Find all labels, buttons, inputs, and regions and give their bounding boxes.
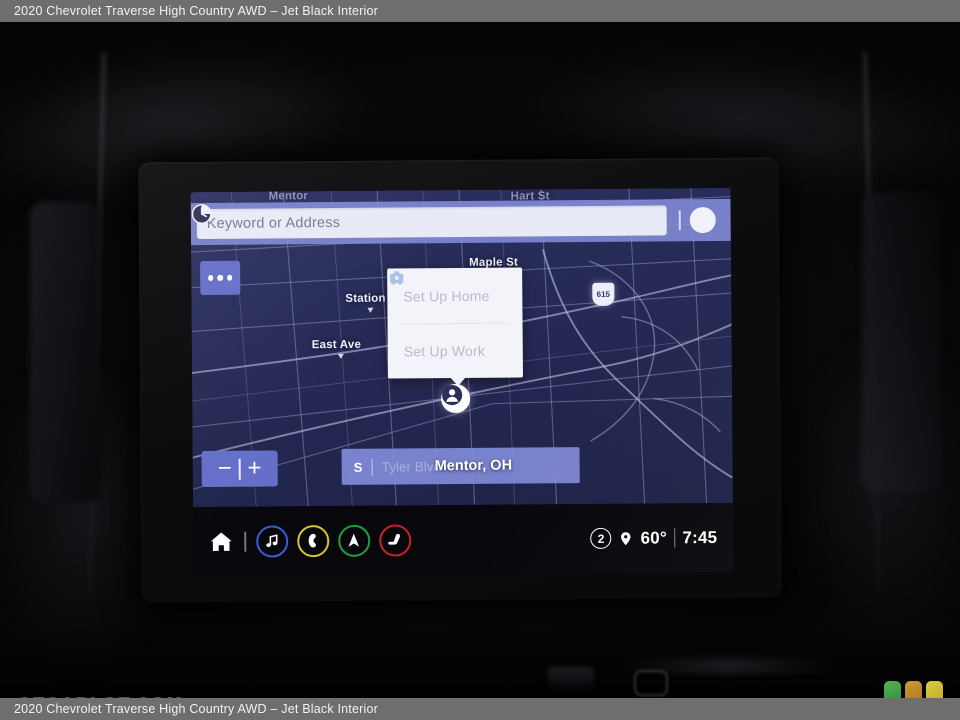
- zoom-out-button[interactable]: −: [211, 455, 239, 482]
- map-overflow-menu-button[interactable]: [200, 260, 241, 296]
- nav-arrow-icon: [348, 533, 360, 547]
- ellipsis-icon: [226, 275, 233, 281]
- zoom-in-button[interactable]: +: [240, 455, 268, 482]
- bottom-nav-icons: [193, 523, 411, 558]
- current-city: Mentor, OH: [434, 457, 513, 475]
- audio-button[interactable]: [255, 524, 288, 558]
- map-label: Mentor: [268, 190, 309, 203]
- heading-direction: S: [353, 459, 363, 475]
- map-label-marker: [367, 307, 374, 313]
- person-avatar-icon: [442, 384, 463, 406]
- infotainment-screen[interactable]: Mentor Hart St Jackson St Maple St Stati…: [190, 187, 734, 577]
- music-note-icon: [266, 534, 278, 547]
- map-zoom-controls[interactable]: − +: [201, 450, 278, 488]
- air-vent-left: [30, 202, 100, 502]
- screenshot-root: 2020 Chevrolet Traverse High Country AWD…: [0, 0, 960, 720]
- map-pin-icon: [621, 531, 631, 545]
- setup-destination-popup[interactable]: Set Up Home Set Up Work: [387, 267, 523, 387]
- set-up-work-row[interactable]: Set Up Work: [388, 271, 523, 379]
- set-up-work-label: Set Up Work: [403, 342, 486, 359]
- briefcase-icon: [390, 271, 404, 284]
- map-canvas[interactable]: Mentor Hart St Jackson St Maple St Stati…: [190, 187, 733, 508]
- color-swatches: [884, 681, 943, 698]
- map-label: Station: [345, 292, 386, 305]
- console-button-right[interactable]: [634, 670, 668, 696]
- search-action-divider: [679, 210, 681, 231]
- air-vent-right: [862, 192, 940, 492]
- infotainment-bezel: Mentor Hart St Jackson St Maple St Stati…: [138, 157, 782, 603]
- highway-shield-615: 615: [592, 282, 615, 306]
- map-label-marker: [337, 353, 344, 359]
- clock-time: 7:45: [682, 527, 718, 547]
- driver-profile-badge[interactable]: 2: [590, 527, 612, 549]
- set-up-home-row[interactable]: Set Up Home: [387, 268, 522, 324]
- zoom-divider: [238, 458, 241, 480]
- current-street: Tyler Blvd: [381, 458, 442, 475]
- search-placeholder: Keyword or Address: [206, 214, 341, 232]
- search-actions: [191, 204, 725, 234]
- phone-icon: [308, 533, 316, 548]
- recent-destinations-button[interactable]: [191, 204, 716, 234]
- status-divider: [673, 528, 676, 548]
- outside-temperature: 60°: [640, 527, 667, 548]
- ellipsis-icon: [217, 275, 223, 281]
- phone-button[interactable]: [296, 524, 329, 557]
- map-label: East Ave: [311, 338, 362, 352]
- status-right-cluster: 2 60° 7:45: [590, 527, 734, 549]
- navigation-button[interactable]: [337, 524, 370, 557]
- system-status-bar: 2 60° 7:45: [192, 502, 734, 577]
- clock-icon: [191, 204, 212, 224]
- set-up-home-label: Set Up Home: [403, 287, 490, 304]
- caption-bar-top: 2020 Chevrolet Traverse High Country AWD…: [0, 0, 960, 22]
- vehicle-position-marker[interactable]: [441, 383, 471, 414]
- home-icon[interactable]: [208, 529, 234, 553]
- color-swatch-green[interactable]: [884, 681, 901, 698]
- caption-bottom-text: 2020 Chevrolet Traverse High Country AWD…: [14, 702, 378, 716]
- color-swatch-yellow[interactable]: [926, 681, 943, 698]
- color-swatch-orange[interactable]: [905, 681, 922, 698]
- comfort-button[interactable]: [378, 523, 411, 557]
- vehicle-dashboard-photo: Mentor Hart St Jackson St Maple St Stati…: [0, 22, 960, 698]
- console-button-left[interactable]: [548, 667, 594, 691]
- address-divider: [371, 458, 373, 476]
- caption-top-text: 2020 Chevrolet Traverse High Country AWD…: [14, 4, 378, 18]
- nav-divider: [244, 531, 246, 552]
- search-input[interactable]: Keyword or Address: [192, 204, 668, 240]
- caption-bar-bottom: 2020 Chevrolet Traverse High Country AWD…: [0, 698, 960, 720]
- ellipsis-icon: [207, 275, 214, 281]
- current-location-bar[interactable]: S Tyler Blvd Mentor, OH: [341, 447, 580, 485]
- seat-icon: [387, 533, 400, 545]
- search-bar-row: Keyword or Address: [190, 198, 731, 246]
